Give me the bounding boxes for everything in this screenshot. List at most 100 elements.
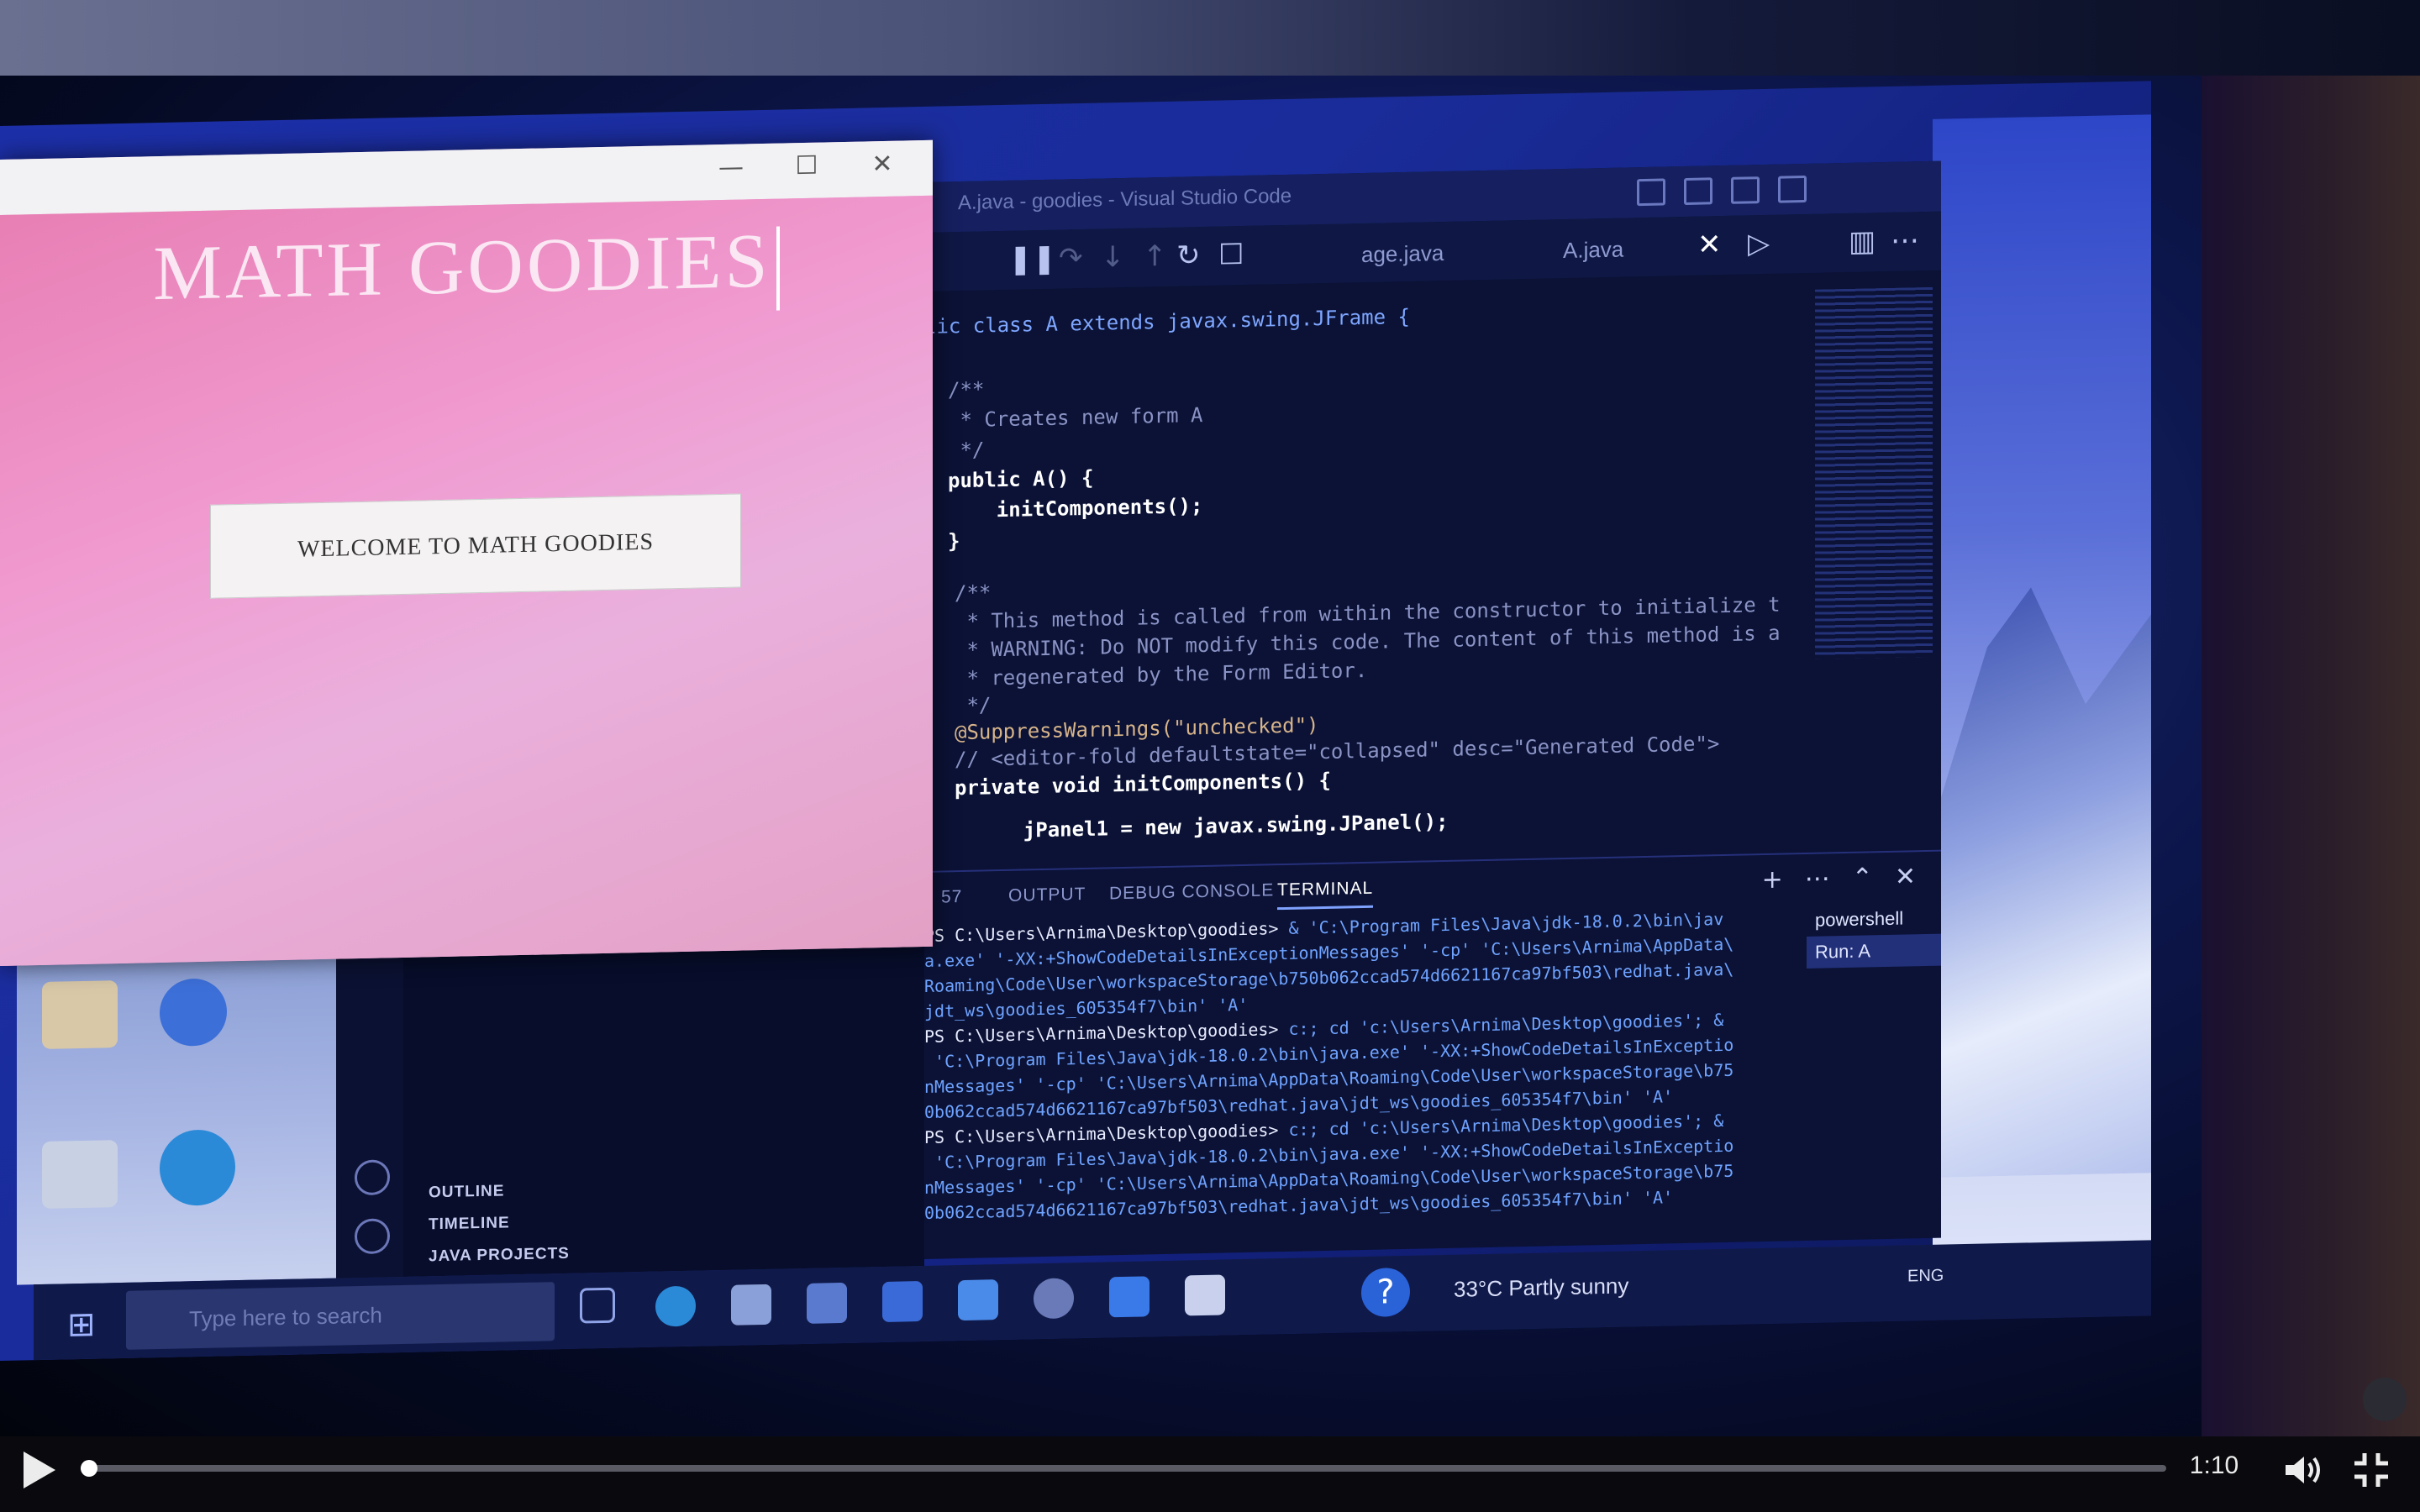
account-icon[interactable] [355, 1159, 390, 1196]
code-text: @SuppressWarnings("unchecked") [955, 713, 1319, 745]
terminal-item-run-a[interactable]: Run: A [1807, 933, 1941, 969]
code-text: /** [955, 580, 992, 606]
tab-output[interactable]: OUTPUT [1008, 885, 1086, 906]
terminal-item-powershell[interactable]: powershell [1807, 902, 1941, 937]
terminal-list: powershell Run: A [1807, 902, 1941, 969]
new-terminal-icon[interactable]: + [1762, 865, 1783, 895]
toggle-panel-icon[interactable] [1684, 177, 1712, 206]
play-icon[interactable] [24, 1452, 55, 1488]
code-line: * Creates new form A [948, 403, 1202, 432]
volume-icon[interactable] [2279, 1446, 2326, 1494]
explorer-java-projects[interactable]: JAVA PROJECTS [429, 1245, 570, 1267]
file-explorer-icon[interactable] [731, 1284, 771, 1326]
windows-start-icon[interactable]: ⊞ [67, 1305, 96, 1345]
video-controls [0, 1436, 2420, 1512]
vscode-window: A.java - goodies - Visual Studio Code ❚❚… [924, 160, 1941, 1259]
java-app-taskbar-icon[interactable] [1185, 1274, 1225, 1316]
explorer-outline[interactable]: OUTLINE [429, 1182, 504, 1202]
step-out-icon[interactable]: ↑ [1143, 239, 1167, 274]
desktop-area [17, 958, 336, 1285]
code-line: private void initComponents() { [955, 769, 1331, 800]
code-line: * regenerated by the Form Editor. [955, 659, 1367, 690]
code-text: initComponents(); [948, 494, 1203, 523]
code-text: jPanel1 = new javax.swing.JPanel(); [975, 809, 1449, 843]
code-text: lic class A extends javax.swing.JFrame { [924, 304, 1410, 339]
code-editor[interactable]: lic class A extends javax.swing.JFrame {… [924, 273, 1815, 854]
captions-icon[interactable] [2363, 1378, 2407, 1421]
playback-time: 1:10 [2189, 1452, 2239, 1479]
code-line: public A() { [948, 466, 1093, 493]
minimap[interactable] [1815, 286, 1933, 659]
exit-fullscreen-icon[interactable] [2348, 1446, 2395, 1494]
problems-badge[interactable]: 57 [941, 887, 962, 908]
app-title[interactable]: MATH GOODIES [0, 213, 933, 327]
tab-debug-console[interactable]: DEBUG CONSOLE [1109, 880, 1274, 904]
math-goodies-window: — ☐ ✕ MATH GOODIES WELCOME TO MATH GOODI… [0, 139, 933, 967]
run-icon[interactable]: ▷ [1748, 227, 1770, 261]
task-view-icon[interactable] [580, 1287, 615, 1324]
code-line: /** [955, 580, 991, 605]
vscode-taskbar-icon[interactable] [1109, 1276, 1150, 1318]
app-content: MATH GOODIES WELCOME TO MATH GOODIES [0, 195, 933, 967]
code-line: /** [948, 377, 984, 402]
code-text: public A() { [948, 465, 1094, 493]
progress-thumb[interactable] [81, 1460, 97, 1477]
code-text: */ [948, 438, 985, 463]
tab-terminal[interactable]: TERMINAL [1277, 878, 1374, 911]
bottom-panel: 57 OUTPUT DEBUG CONSOLE TERMINAL + ⋯ ⌃ ✕… [924, 849, 1941, 1259]
store-icon[interactable] [807, 1282, 847, 1324]
minimize-icon[interactable]: — [706, 152, 756, 182]
maximize-panel-icon[interactable]: ⌃ [1852, 863, 1873, 893]
close-tab-icon[interactable]: ✕ [1697, 228, 1722, 262]
chrome-icon[interactable] [1034, 1278, 1074, 1320]
text-cursor [776, 226, 780, 311]
code-line: @SuppressWarnings("unchecked") [955, 713, 1318, 744]
language-indicator[interactable]: ENG [1907, 1267, 1944, 1287]
video-frame: A.java - goodies - Visual Studio Code ❚❚… [0, 0, 2420, 1436]
explorer-timeline[interactable]: TIMELINE [429, 1214, 510, 1234]
code-line: jPanel1 = new javax.swing.JPanel(); [975, 810, 1449, 843]
manage-gear-icon[interactable] [355, 1218, 390, 1255]
code-text: private void initComponents() { [955, 768, 1331, 801]
monitor-screen: A.java - goodies - Visual Studio Code ❚❚… [0, 81, 2151, 1362]
code-text: */ [955, 693, 992, 718]
restart-icon[interactable]: ↻ [1176, 239, 1201, 273]
desktop-edge-icon[interactable] [160, 1129, 235, 1207]
pause-icon[interactable]: ❚❚ [1008, 242, 1056, 276]
code-line: */ [955, 693, 991, 717]
terminal-output[interactable]: PS C:\Users\Arnima\Desktop\goodies> & 'C… [924, 905, 1807, 1259]
desktop-recycle-icon[interactable] [42, 1140, 118, 1209]
step-over-icon[interactable]: ↷ [1059, 241, 1083, 276]
panel-actions: + ⋯ ⌃ ✕ [1762, 862, 1916, 895]
help-icon[interactable]: ? [1361, 1267, 1410, 1318]
step-into-icon[interactable]: ↓ [1101, 240, 1125, 275]
maximize-icon[interactable]: ☐ [781, 150, 832, 181]
desktop-app-icon[interactable] [160, 978, 227, 1047]
welcome-button[interactable]: WELCOME TO MATH GOODIES [210, 493, 741, 599]
desktop-user-icon[interactable] [42, 980, 118, 1049]
more-icon[interactable]: ⋯ [1805, 864, 1830, 894]
mail-icon[interactable] [882, 1281, 923, 1323]
app-title-text: MATH GOODIES [153, 217, 771, 317]
stop-icon[interactable]: ☐ [1218, 238, 1244, 272]
edge-icon[interactable] [655, 1285, 696, 1327]
code-line: lic class A extends javax.swing.JFrame { [924, 305, 1410, 339]
code-line: initComponents(); [948, 494, 1203, 523]
toggle-secondary-sidebar-icon[interactable] [1731, 176, 1760, 204]
split-editor-icon[interactable]: ▥ [1849, 224, 1876, 259]
tab-a-java[interactable]: A.java [1563, 237, 1623, 265]
customize-layout-icon[interactable] [1778, 175, 1807, 203]
close-panel-icon[interactable]: ✕ [1895, 862, 1916, 892]
dropbox-icon[interactable] [958, 1279, 998, 1321]
code-text: * Creates new form A [948, 403, 1203, 433]
taskbar-search[interactable]: Type here to search [126, 1282, 555, 1350]
toggle-sidebar-icon[interactable] [1637, 178, 1665, 207]
taskbar-search-placeholder: Type here to search [189, 1302, 382, 1332]
tab-age-java[interactable]: age.java [1361, 240, 1444, 268]
close-icon[interactable]: ✕ [857, 149, 908, 180]
progress-track[interactable] [81, 1460, 2166, 1477]
weather-widget[interactable]: 33°C Partly sunny [1454, 1273, 1628, 1302]
video-top-strip [0, 0, 2420, 76]
vscode-explorer: OUTLINE TIMELINE JAVA PROJECTS [336, 946, 924, 1278]
more-actions-icon[interactable]: ⋯ [1891, 223, 1919, 258]
